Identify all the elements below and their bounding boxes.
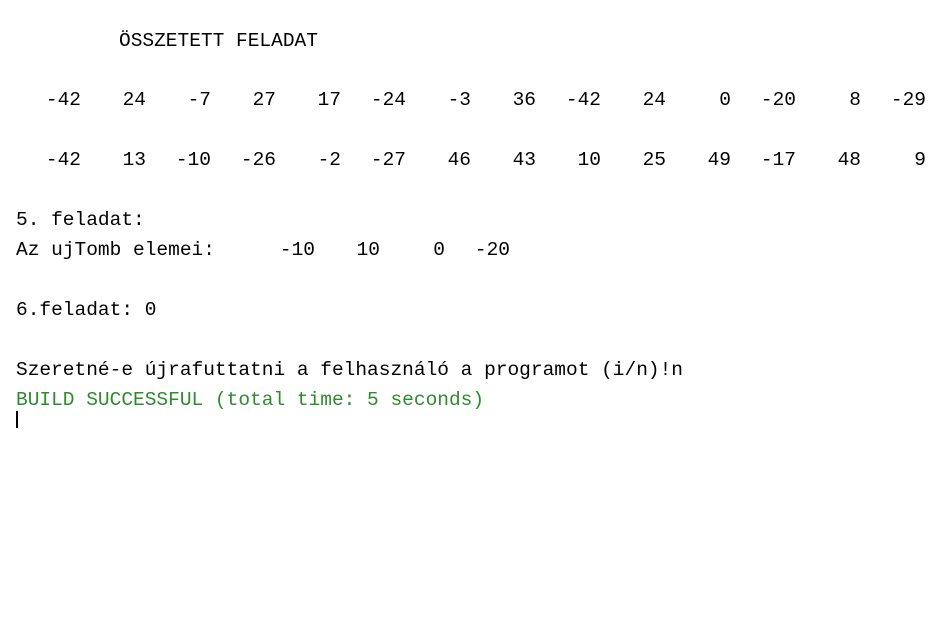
row2-value: -10 [175, 149, 211, 171]
task5-values: -10 10 0 -20 [0, 235, 510, 265]
row1-value: 36 [512, 89, 536, 111]
row2-value: 13 [122, 149, 146, 171]
row1-value: -29 [890, 89, 926, 111]
row2-value: -26 [240, 149, 276, 171]
row1-value: -20 [760, 89, 796, 111]
task5-value: 0 [433, 239, 445, 261]
row1-value: -3 [447, 89, 471, 111]
row1-value: 24 [122, 89, 146, 111]
text-cursor [16, 411, 18, 428]
row2-value: 10 [577, 149, 601, 171]
row2-value: -17 [760, 149, 796, 171]
row2-value: -27 [370, 149, 406, 171]
row1-value: -24 [370, 89, 406, 111]
array-row-1: -42 24 -7 27 17 -24 -3 36 -42 24 0 -20 8… [0, 85, 926, 115]
build-status: BUILD SUCCESSFUL (total time: 5 seconds) [16, 389, 485, 411]
row1-value: -42 [565, 89, 601, 111]
task5-value: -10 [279, 239, 315, 261]
row2-value: 25 [642, 149, 666, 171]
row2-value: 43 [512, 149, 536, 171]
row1-value: 17 [317, 89, 341, 111]
row1-value: 27 [252, 89, 276, 111]
task5-value: -20 [474, 239, 510, 261]
row1-value: 8 [849, 89, 861, 111]
row1-value: 0 [719, 89, 731, 111]
task6-line: 6.feladat: 0 [16, 299, 157, 321]
row2-value: 9 [914, 149, 926, 171]
row2-value: 46 [447, 149, 471, 171]
task5-value: 10 [356, 239, 380, 261]
array-row-2: -42 13 -10 -26 -2 -27 46 43 10 25 49 -17… [0, 145, 926, 175]
title-line: ÖSSZETETT FELADAT [119, 30, 318, 52]
row2-value: 49 [707, 149, 731, 171]
rerun-prompt: Szeretné-e újrafuttatni a felhasználó a … [16, 359, 684, 381]
row1-value: 24 [642, 89, 666, 111]
row1-value: -42 [45, 89, 81, 111]
output-console[interactable]: ÖSSZETETT FELADAT -42 24 -7 27 17 -24 -3… [0, 0, 941, 429]
row1-value: -7 [187, 89, 211, 111]
row2-value: -2 [317, 149, 341, 171]
row2-value: 48 [837, 149, 861, 171]
row2-value: -42 [45, 149, 81, 171]
task5-heading: 5. feladat: [16, 209, 145, 231]
